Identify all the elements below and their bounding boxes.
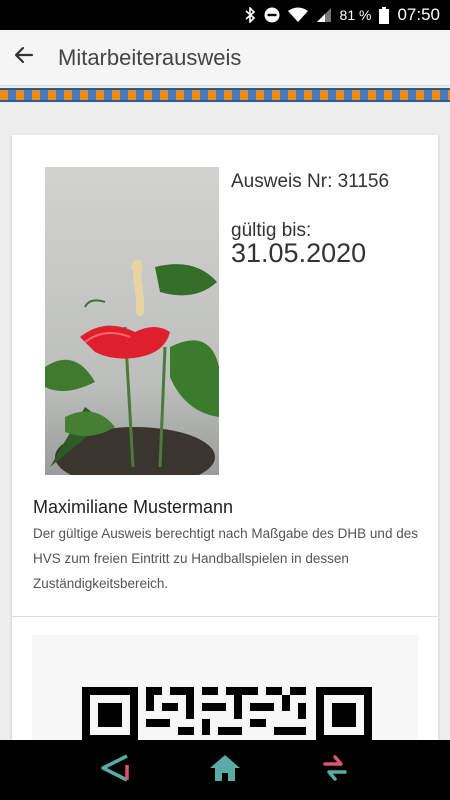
app-bar: Mitarbeiterausweis (0, 30, 450, 86)
battery-icon (379, 6, 390, 24)
do-not-disturb-icon (264, 7, 280, 23)
id-card: Ausweis Nr: 31156 gültig bis: 31.05.2020… (12, 135, 438, 785)
valid-until-date: 31.05.2020 (231, 238, 367, 268)
switch-app-icon (319, 752, 351, 789)
navigation-bar (0, 740, 450, 800)
page-title: Mitarbeiterausweis (58, 44, 242, 70)
wifi-icon (287, 7, 308, 23)
nav-back-button[interactable] (90, 745, 140, 795)
battery-percent: 81 % (339, 7, 372, 23)
decorative-stripe (0, 88, 450, 102)
arrow-left-icon (12, 43, 36, 72)
back-nav-icon (99, 753, 131, 788)
bluetooth-icon (244, 7, 256, 23)
signal-icon (316, 7, 332, 23)
nav-switch-app-button[interactable] (310, 745, 360, 795)
home-nav-icon (208, 753, 242, 788)
holder-name: Maximiliane Mustermann (33, 497, 234, 517)
id-number: Ausweis Nr: 31156 (231, 171, 390, 192)
card-description: Der gültige Ausweis berechtigt nach Maßg… (33, 526, 418, 591)
nav-home-button[interactable] (200, 745, 250, 795)
status-bar: 81 % 07:50 (0, 0, 450, 30)
divider (12, 616, 438, 617)
profile-photo (45, 167, 219, 475)
back-button[interactable] (4, 38, 44, 78)
clock: 07:50 (397, 5, 440, 24)
